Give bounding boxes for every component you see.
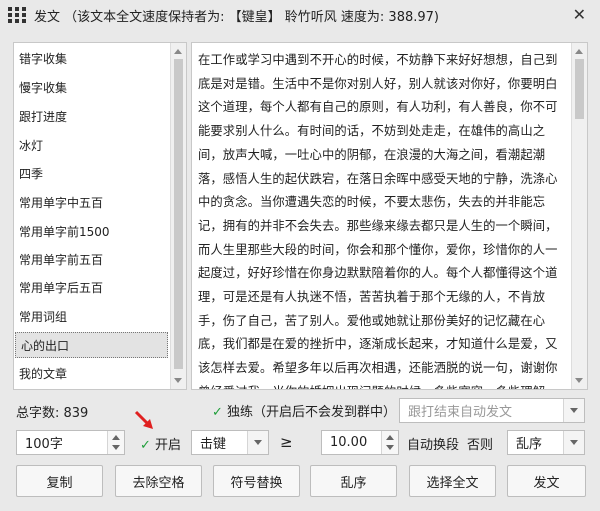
list-item[interactable]: 常用单字中五百 [14,190,174,216]
auto-send-placeholder: 跟打结束自动发文 [408,405,513,420]
stepper-arrows[interactable] [381,431,398,454]
auto-send-select[interactable]: 跟打结束自动发文 [399,398,585,423]
check-icon: ✓ [212,405,223,420]
auto-change-label: 自动换段 [407,438,460,453]
list-item[interactable]: 四季 [14,161,174,187]
solo-practice-checkbox[interactable]: ✓ 独练（开启后不会发到群中） [212,401,396,420]
list-item[interactable]: 错字收集 [14,46,174,72]
close-icon[interactable]: ✕ [573,5,586,24]
threshold-stepper[interactable]: 10.00 [321,430,399,455]
list-item[interactable]: 常用单字前五百 [14,247,174,273]
text-scrollbar[interactable] [571,43,587,389]
window-title: 发文 （该文本全文速度保持者为: 【键皇】 聆竹听风 速度为: 388.97) [34,9,439,25]
order-value: 乱序 [516,437,543,452]
chars-per-segment-stepper[interactable]: 100字 [16,430,125,455]
list-item[interactable]: 常用单字后五百 [14,275,174,301]
list-item[interactable]: 我的文章 [14,361,174,387]
enable-label: 开启 [155,438,182,453]
list-item[interactable]: 常用单字前1500 [14,219,174,245]
threshold-value: 10.00 [330,435,368,450]
enable-checkbox[interactable]: ✓ 开启 [140,434,181,453]
article-list[interactable]: 错字收集 慢字收集 跟打进度 冰灯 四季 常用单字中五百 常用单字前1500 常… [13,42,187,390]
chars-value: 100字 [25,437,63,452]
copy-button[interactable]: 复制 [16,465,103,497]
chevron-down-icon[interactable] [563,431,584,454]
list-item-selected[interactable]: 心的出口 [15,332,168,358]
list-item[interactable]: 常用词组 [14,304,174,330]
red-arrow-icon [134,410,156,436]
remove-spaces-button[interactable]: 去除空格 [115,465,202,497]
symbol-replace-button[interactable]: 符号替换 [213,465,300,497]
scroll-down-icon[interactable] [174,378,182,383]
list-item[interactable]: 冰灯 [14,133,174,159]
shuffle-button[interactable]: 乱序 [310,465,397,497]
list-item[interactable]: 跟打进度 [14,104,174,130]
select-all-button[interactable]: 选择全文 [409,465,496,497]
article-text[interactable]: 在工作或学习中遇到不开心的时候，不妨静下来好好想想，自己到底是对是错。生活中不是… [198,49,568,389]
scroll-thumb[interactable] [174,59,183,369]
scroll-up-icon[interactable] [575,49,583,54]
scroll-up-icon[interactable] [174,49,182,54]
send-article-button[interactable]: 发文 [507,465,586,497]
otherwise-label: 否则 [467,438,494,453]
scroll-thumb[interactable] [575,59,584,119]
app-icon [8,7,26,23]
check-icon: ✓ [140,438,151,453]
list-scrollbar[interactable] [170,43,186,389]
stepper-arrows[interactable] [107,431,124,454]
list-item[interactable]: 慢字收集 [14,75,174,101]
scroll-down-icon[interactable] [575,378,583,383]
chevron-down-icon[interactable] [247,431,268,454]
article-text-panel[interactable]: 在工作或学习中遇到不开心的时候，不妨静下来好好想想，自己到底是对是错。生活中不是… [191,42,588,390]
mode-value: 击键 [200,437,227,452]
gte-symbol: ≥ [280,433,293,451]
word-count: 总字数: 839 [16,406,89,421]
mode-select[interactable]: 击键 [191,430,269,455]
order-select[interactable]: 乱序 [507,430,585,455]
chevron-down-icon[interactable] [563,399,584,422]
solo-practice-label: 独练（开启后不会发到群中） [227,405,397,420]
title-bar: 发文 （该文本全文速度保持者为: 【键皇】 聆竹听风 速度为: 388.97) … [0,0,600,30]
